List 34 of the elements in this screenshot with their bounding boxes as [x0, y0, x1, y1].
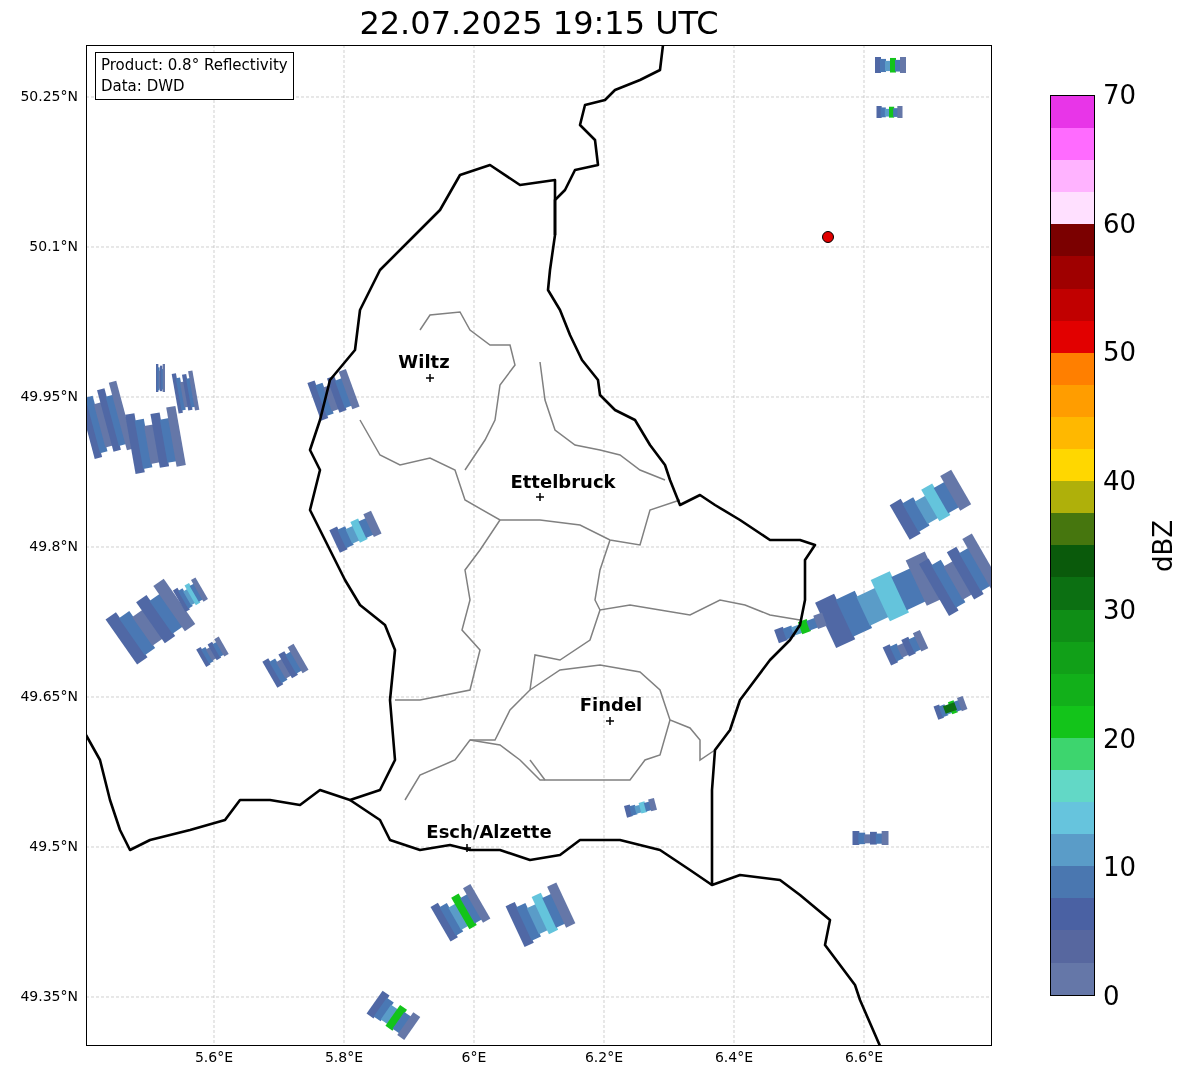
colorbar-tick-label: 20	[1103, 725, 1137, 752]
city-label: Wiltz	[398, 353, 450, 371]
city-marker	[425, 373, 435, 383]
info-text: Data: DWD	[101, 76, 186, 97]
longitude-label: 5.6°E	[194, 1050, 234, 1064]
latitude-label: 50.25°N	[20, 89, 78, 103]
longitude-label: 6.2°E	[584, 1050, 624, 1064]
colorbar-axis-label: dBZ	[1150, 519, 1177, 573]
longitude-label: 5.8°E	[324, 1050, 364, 1064]
longitude-label: 6.6°E	[844, 1050, 884, 1064]
colorbar-tick-label: 50	[1103, 339, 1137, 366]
latitude-label: 49.95°N	[20, 389, 78, 403]
info-text: Product: 0.8° Reflectivity	[101, 55, 288, 76]
city-label: Esch/Alzette	[426, 823, 552, 841]
colorbar-tick-label: 0	[1103, 983, 1120, 1009]
city-marker	[535, 492, 545, 502]
city-marker	[605, 716, 615, 726]
city-label: Findel	[579, 696, 643, 714]
latitude-label: 49.35°N	[20, 989, 78, 1003]
longitude-label: 6.4°E	[714, 1050, 754, 1064]
latitude-label: 49.8°N	[29, 539, 78, 553]
city-marker	[462, 843, 472, 853]
latitude-label: 49.5°N	[29, 839, 78, 853]
colorbar-tick-label: 30	[1103, 596, 1137, 623]
latitude-label: 50.1°N	[29, 239, 78, 253]
city-label: Ettelbruck	[510, 473, 616, 491]
colorbar-tick-label: 60	[1103, 210, 1137, 237]
colorbar-tick-label: 40	[1103, 468, 1137, 495]
chart-title: 22.07.2025 19:15 UTC	[359, 6, 719, 39]
longitude-label: 6°E	[461, 1050, 487, 1064]
colorbar-tick-label: 10	[1103, 854, 1137, 881]
colorbar-tick-label: 70	[1103, 82, 1137, 108]
latitude-label: 49.65°N	[20, 689, 78, 703]
location-marker	[822, 231, 834, 243]
